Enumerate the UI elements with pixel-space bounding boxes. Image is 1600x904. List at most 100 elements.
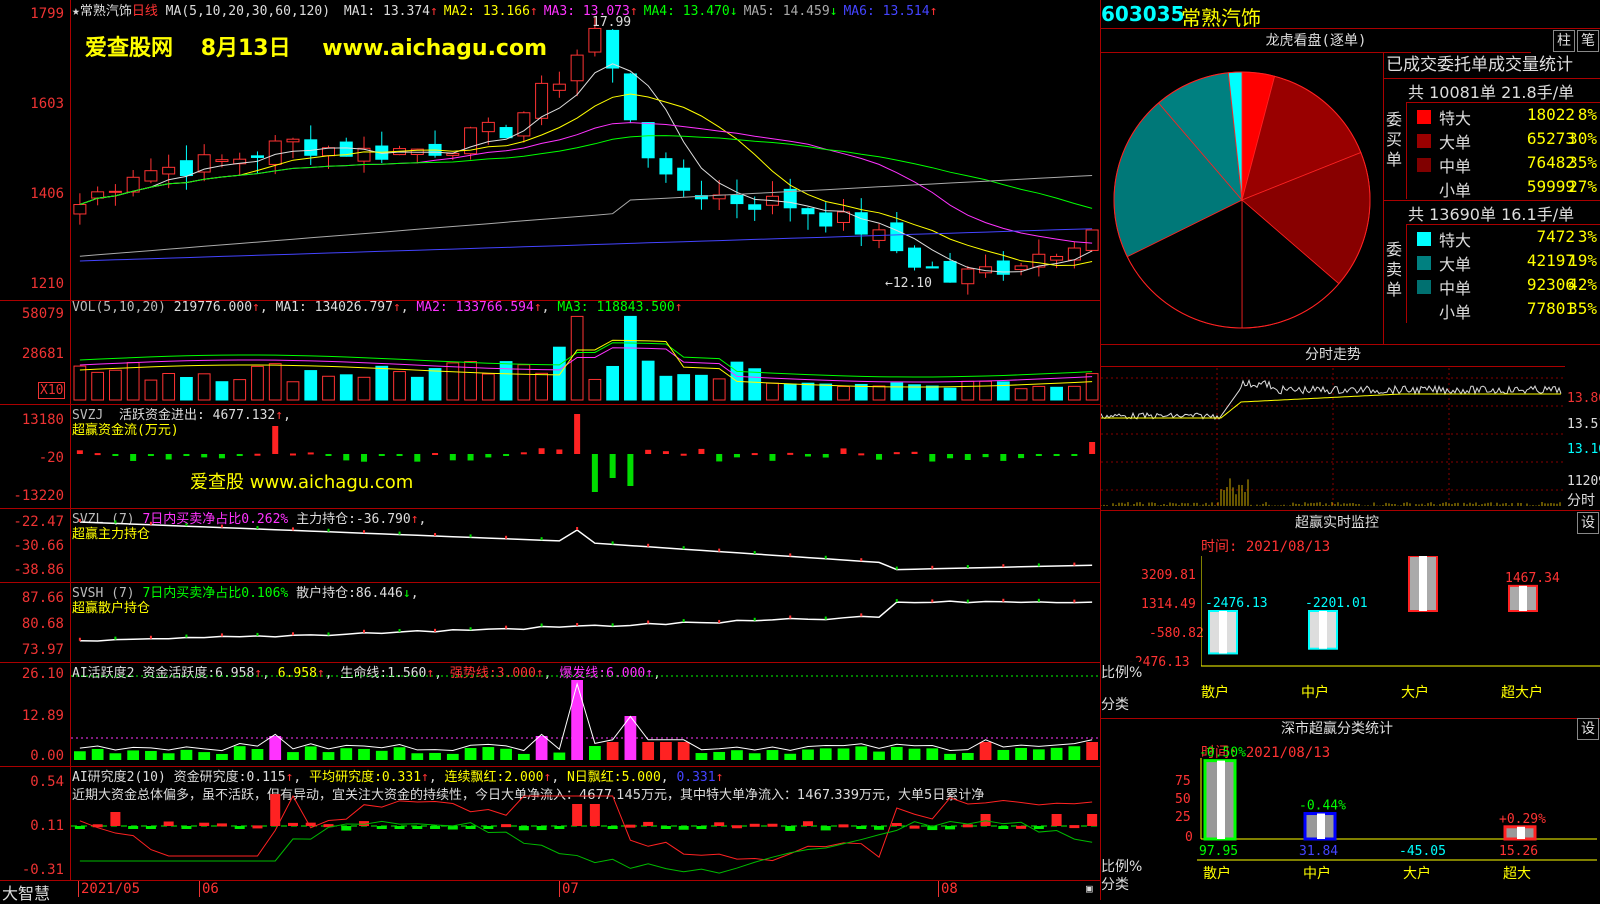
research-bar [980, 814, 991, 826]
volume-bar [748, 368, 762, 401]
candle[interactable] [1014, 262, 1028, 276]
candle[interactable] [304, 125, 318, 165]
stat-row: 小单 59999 27% [1407, 177, 1600, 201]
candle[interactable] [694, 180, 708, 210]
candle[interactable] [144, 158, 158, 184]
activity-bar [571, 680, 583, 760]
stat-row: 中单 92306 42% [1407, 275, 1600, 299]
monitor-section[interactable]: 超赢实时监控 设 时间: 2021/08/13 3209.81 1314.49 … [1101, 512, 1600, 719]
volume-value: 42197 [1526, 251, 1575, 270]
research-bar [465, 826, 476, 829]
kline-y-label: 1799 [30, 6, 64, 22]
ratio-label: 比例% [1101, 662, 1143, 682]
ai-activity-panel[interactable]: 26.10 12.89 0.00 AI活跃度2 资金活跃度:6.958↑, 6.… [0, 662, 1101, 767]
volume-bar [641, 360, 655, 401]
ai1-y-axis: 26.10 12.89 0.00 [0, 662, 71, 766]
activity-bar [642, 742, 655, 760]
candle[interactable] [854, 198, 868, 246]
candle[interactable] [837, 199, 850, 231]
volume-bar [766, 382, 779, 401]
percent-value: 19% [1568, 251, 1597, 270]
holding-dot [611, 623, 614, 627]
stock-title: 603035 常熟汽饰 [1101, 2, 1600, 30]
volume-bar [695, 374, 708, 401]
candle[interactable] [819, 202, 833, 233]
svsh-panel[interactable]: 87.66 80.68 73.97 SVSH (7) 7日内买卖净占比0.106… [0, 582, 1100, 663]
svzj-y-label: -13220 [13, 488, 64, 504]
volume-bar [624, 315, 637, 401]
svsh-chart [78, 598, 1093, 642]
volume-value: 65273 [1526, 129, 1575, 148]
candle[interactable] [375, 131, 389, 164]
ai-research-panel[interactable]: 0.54 0.11 -0.31 AI研究度2(10) 资金研究度:0.115↑,… [0, 766, 1101, 881]
classify-change: +0.29% [1499, 812, 1546, 827]
buy-summary: 共 10081单 21.8手/单 [1408, 83, 1575, 102]
monitor-settings-button[interactable]: 设 [1577, 512, 1599, 534]
candle[interactable] [979, 254, 993, 278]
candle[interactable] [250, 151, 264, 174]
svzl-panel[interactable]: -22.47 -30.66 -38.86 SVZL (7) 7日内买卖净占比0.… [0, 508, 1100, 583]
candle[interactable] [1085, 229, 1099, 252]
svzj-panel[interactable]: 13180 -20 -13220 SVZJ 活跃资金进出: 4677.132↑,… [0, 404, 1100, 509]
classify-y-label: 0 [1185, 830, 1193, 845]
volume-bar [251, 365, 264, 401]
fund-flow-bar [289, 453, 296, 456]
candle[interactable] [801, 207, 815, 230]
candle[interactable] [623, 72, 637, 123]
candle[interactable] [552, 71, 566, 98]
volume-bar [91, 371, 105, 401]
candle[interactable] [908, 245, 922, 271]
kline-panel[interactable]: 1799 1603 1406 1210 ★常熟汽饰日线 MA(5,10,20,3… [0, 0, 1100, 301]
candle[interactable] [765, 181, 779, 215]
research-bar [163, 821, 174, 826]
volume-bar [180, 376, 193, 401]
candle[interactable] [1032, 239, 1046, 277]
activity-bar [429, 752, 441, 760]
candle[interactable] [641, 122, 655, 168]
fund-flow-bar [130, 454, 137, 461]
candle[interactable] [925, 261, 939, 269]
candle[interactable] [499, 124, 513, 139]
monitor-bar [1208, 610, 1238, 655]
candle[interactable] [286, 137, 300, 159]
candle[interactable] [606, 29, 620, 83]
activity-bar [287, 752, 299, 760]
activity-bar [145, 750, 157, 760]
candle[interactable] [961, 265, 975, 295]
lock-icon[interactable]: ▣ [1086, 882, 1093, 895]
holding-dot [114, 520, 117, 524]
research-bar [252, 825, 263, 829]
candle[interactable] [535, 75, 549, 126]
candle[interactable] [91, 186, 105, 206]
candle[interactable] [73, 193, 87, 225]
volume-bar [1085, 373, 1099, 401]
candle[interactable] [357, 136, 371, 173]
candlestick-chart[interactable] [71, 0, 1101, 298]
activity-bar [517, 753, 530, 760]
holding-dot [576, 623, 579, 626]
vol-y-axis: 58079 28681 X10 [0, 300, 71, 404]
svzj-chart [76, 414, 1096, 492]
intraday-section[interactable]: 分时走势 13.86 13.51 13.16 11209 分时 [1101, 344, 1600, 511]
candle[interactable] [410, 148, 424, 164]
tick-mode-button[interactable]: 笔 [1577, 30, 1599, 52]
candle[interactable] [748, 196, 762, 221]
research-bar [554, 826, 565, 829]
activity-bar [1050, 747, 1063, 760]
volume-panel[interactable]: 58079 28681 X10 VOL(5,10,20) 219776.000↑… [0, 300, 1100, 405]
holding-dot [1037, 563, 1040, 567]
candle[interactable] [730, 179, 744, 219]
ai1-y-label: 0.00 [30, 748, 64, 764]
candle[interactable] [428, 130, 442, 158]
candle[interactable] [677, 159, 691, 198]
candle[interactable] [659, 152, 673, 183]
bar-mode-button[interactable]: 柱 [1553, 30, 1575, 52]
holding-dot [291, 632, 294, 636]
fund-flow-bar [804, 454, 811, 457]
activity-bar [819, 748, 832, 760]
vol-unit: X10 [38, 382, 66, 399]
volume-bar [410, 376, 424, 401]
activity-bar [198, 752, 211, 760]
candle[interactable] [197, 144, 211, 182]
classify-section[interactable]: 深市超赢分类统计 设 时间: 2021/08/13 75 50 25 0 比例%… [1101, 718, 1600, 900]
